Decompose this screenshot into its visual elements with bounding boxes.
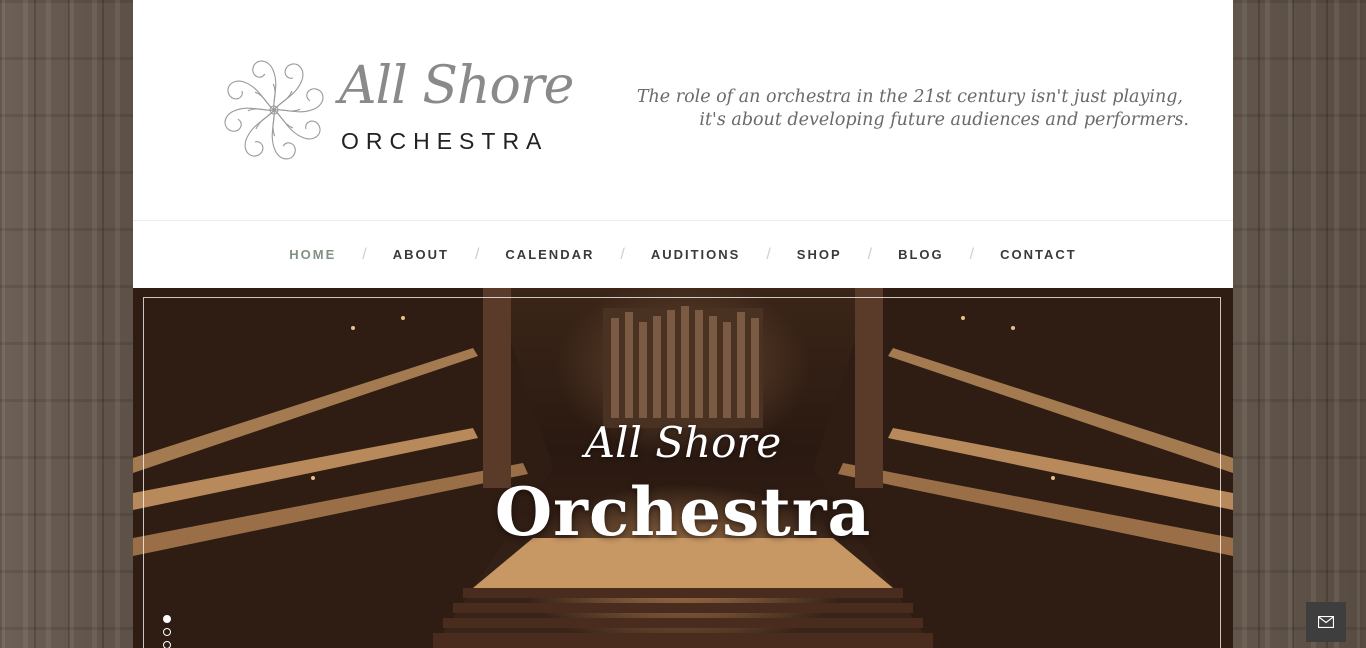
nav-separator: / <box>969 245 975 263</box>
header-tagline: The role of an orchestra in the 21st cen… <box>636 86 1189 132</box>
hero-slider: All Shore Orchestra <box>133 288 1233 648</box>
nav-item-shop[interactable]: SHOP <box>797 247 842 262</box>
slider-dot-2[interactable] <box>163 628 171 636</box>
site-logo[interactable]: All Shore ORCHESTRA <box>221 56 591 168</box>
nav-item-contact[interactable]: CONTACT <box>1000 247 1077 262</box>
nav-separator: / <box>766 245 771 263</box>
nav-separator: / <box>474 245 480 263</box>
slider-dot-3[interactable] <box>163 641 171 648</box>
nav-item-blog[interactable]: BLOG <box>898 247 944 262</box>
spiral-flower-icon <box>221 58 328 162</box>
nav-item-auditions[interactable]: AUDITIONS <box>651 247 741 262</box>
logo-subtitle-text: ORCHESTRA <box>341 128 549 154</box>
hero-title-line-1: All Shore <box>584 418 782 467</box>
nav-separator: / <box>362 245 367 263</box>
tagline-line-2: it's about developing future audiences a… <box>699 110 1189 130</box>
nav-separator: / <box>867 245 873 263</box>
nav-separator: / <box>620 245 625 263</box>
nav-item-home[interactable]: HOME <box>289 247 336 262</box>
page-container: All Shore ORCHESTRA The role of an orche… <box>133 0 1233 648</box>
hero-title-line-2: Orchestra <box>494 473 872 551</box>
slider-pagination <box>163 615 171 648</box>
site-header: All Shore ORCHESTRA The role of an orche… <box>133 0 1233 220</box>
envelope-icon <box>1318 616 1334 628</box>
slider-dot-1[interactable] <box>163 615 171 623</box>
nav-item-calendar[interactable]: CALENDAR <box>505 247 594 262</box>
main-nav: HOME / ABOUT / CALENDAR / AUDITIONS / SH… <box>133 220 1233 288</box>
contact-float-button[interactable] <box>1306 602 1346 642</box>
nav-item-about[interactable]: ABOUT <box>393 247 449 262</box>
logo-script-text: All Shore <box>339 56 574 116</box>
tagline-line-1: The role of an orchestra in the 21st cen… <box>636 87 1183 107</box>
